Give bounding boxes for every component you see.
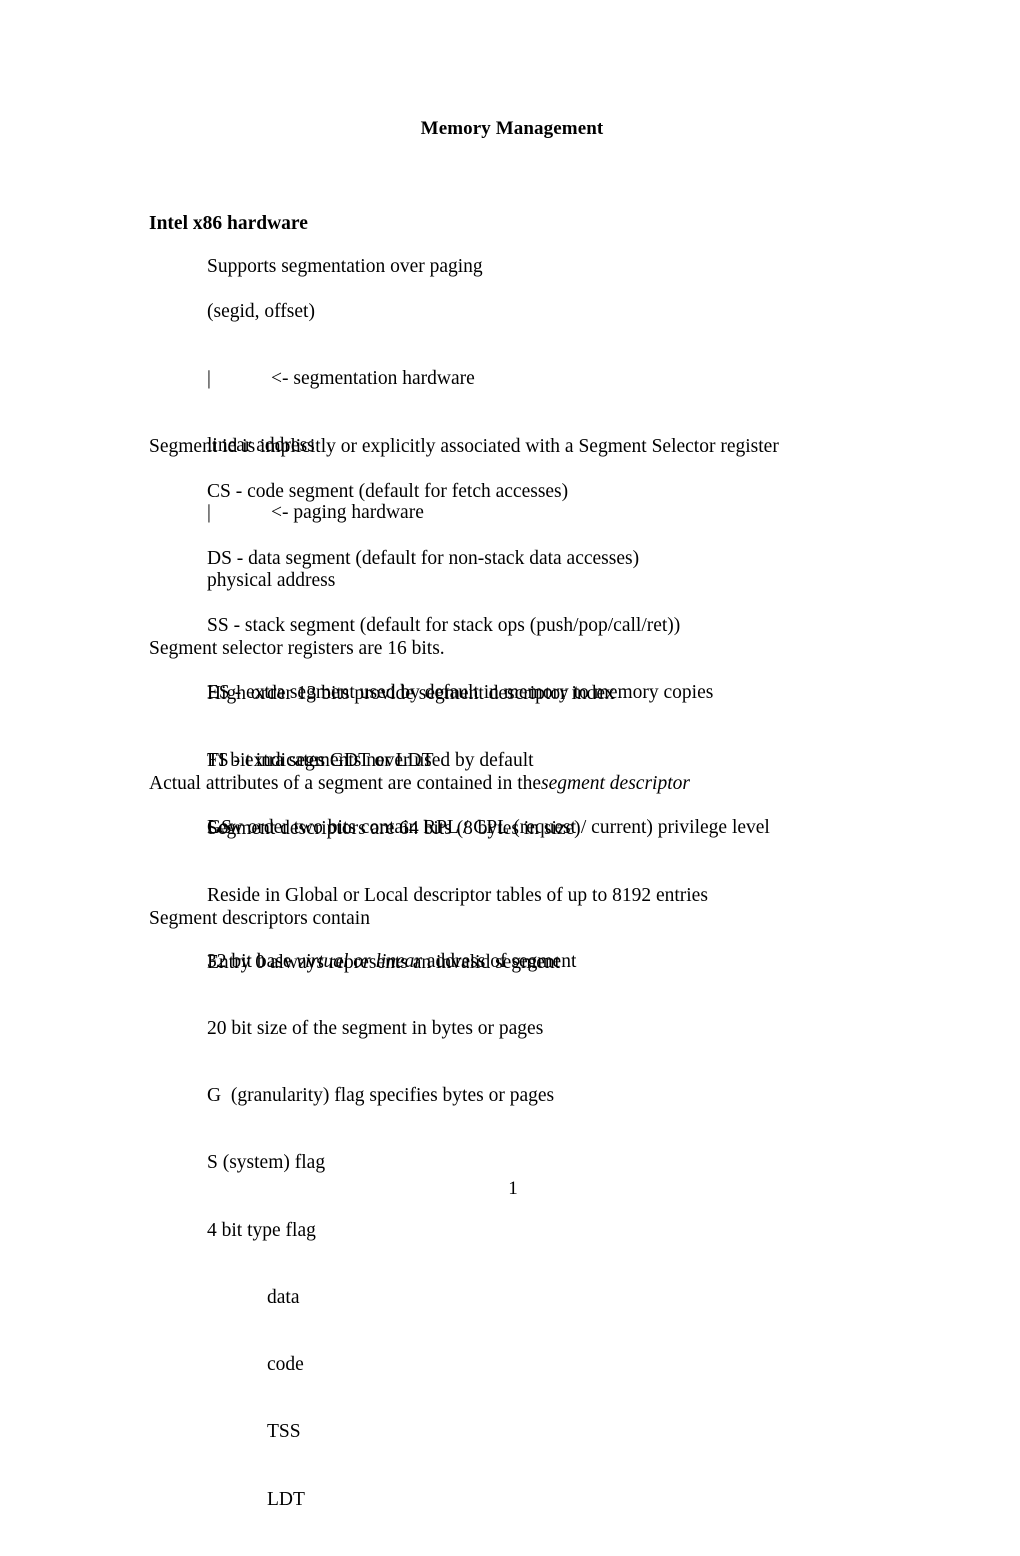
diagram-pipe-1: | xyxy=(207,368,211,390)
page-number-text: 1 xyxy=(508,1178,518,1199)
register-ds: DS - data segment (default for non-stack… xyxy=(207,548,640,570)
descriptor-base-italic: virtual or linear xyxy=(296,950,423,972)
type-flag-tss: TSS xyxy=(267,1421,301,1443)
descriptor-segment-size: 20 bit size of the segment in bytes or p… xyxy=(207,1018,544,1040)
descriptor-type-flag: 4 bit type flag xyxy=(207,1219,316,1241)
descriptor-granularity-flag: G (granularity) flag specifies bytes or … xyxy=(207,1085,555,1107)
page-title-text: Memory Management xyxy=(420,118,604,139)
descriptor-base-address: 32 bit base virtual or linear address of… xyxy=(207,951,576,973)
descriptor-base-pre: 32 bit base xyxy=(207,950,297,972)
page-title: Memory Management xyxy=(0,118,1020,140)
register-cs: CS - code segment (default for fetch acc… xyxy=(207,480,569,502)
document-page: Memory Management Intel x86 hardware Sup… xyxy=(0,0,1020,1510)
diagram-line-segid: (segid, offset) xyxy=(207,300,315,322)
page-number: 1 xyxy=(0,1178,1020,1200)
descriptor-system-flag: S (system) flag xyxy=(207,1152,326,1174)
descriptor-contents-list: 32 bit base virtual or linear address of… xyxy=(207,906,576,1556)
type-flag-data: data xyxy=(267,1286,300,1308)
selector-high-order: High order 13 bits provide segment descr… xyxy=(207,682,615,704)
descriptor-size: Segment descriptors are 64 bits (8 bytes… xyxy=(207,817,581,839)
type-flag-code: code xyxy=(267,1354,304,1376)
diagram-line-segmentation: | <- segmentation hardware xyxy=(207,368,475,390)
type-flag-ldt: LDT xyxy=(267,1488,305,1510)
descriptor-base-post: address of segment xyxy=(422,950,577,972)
diagram-arrow-segmentation: <- segmentation hardware xyxy=(271,368,475,390)
